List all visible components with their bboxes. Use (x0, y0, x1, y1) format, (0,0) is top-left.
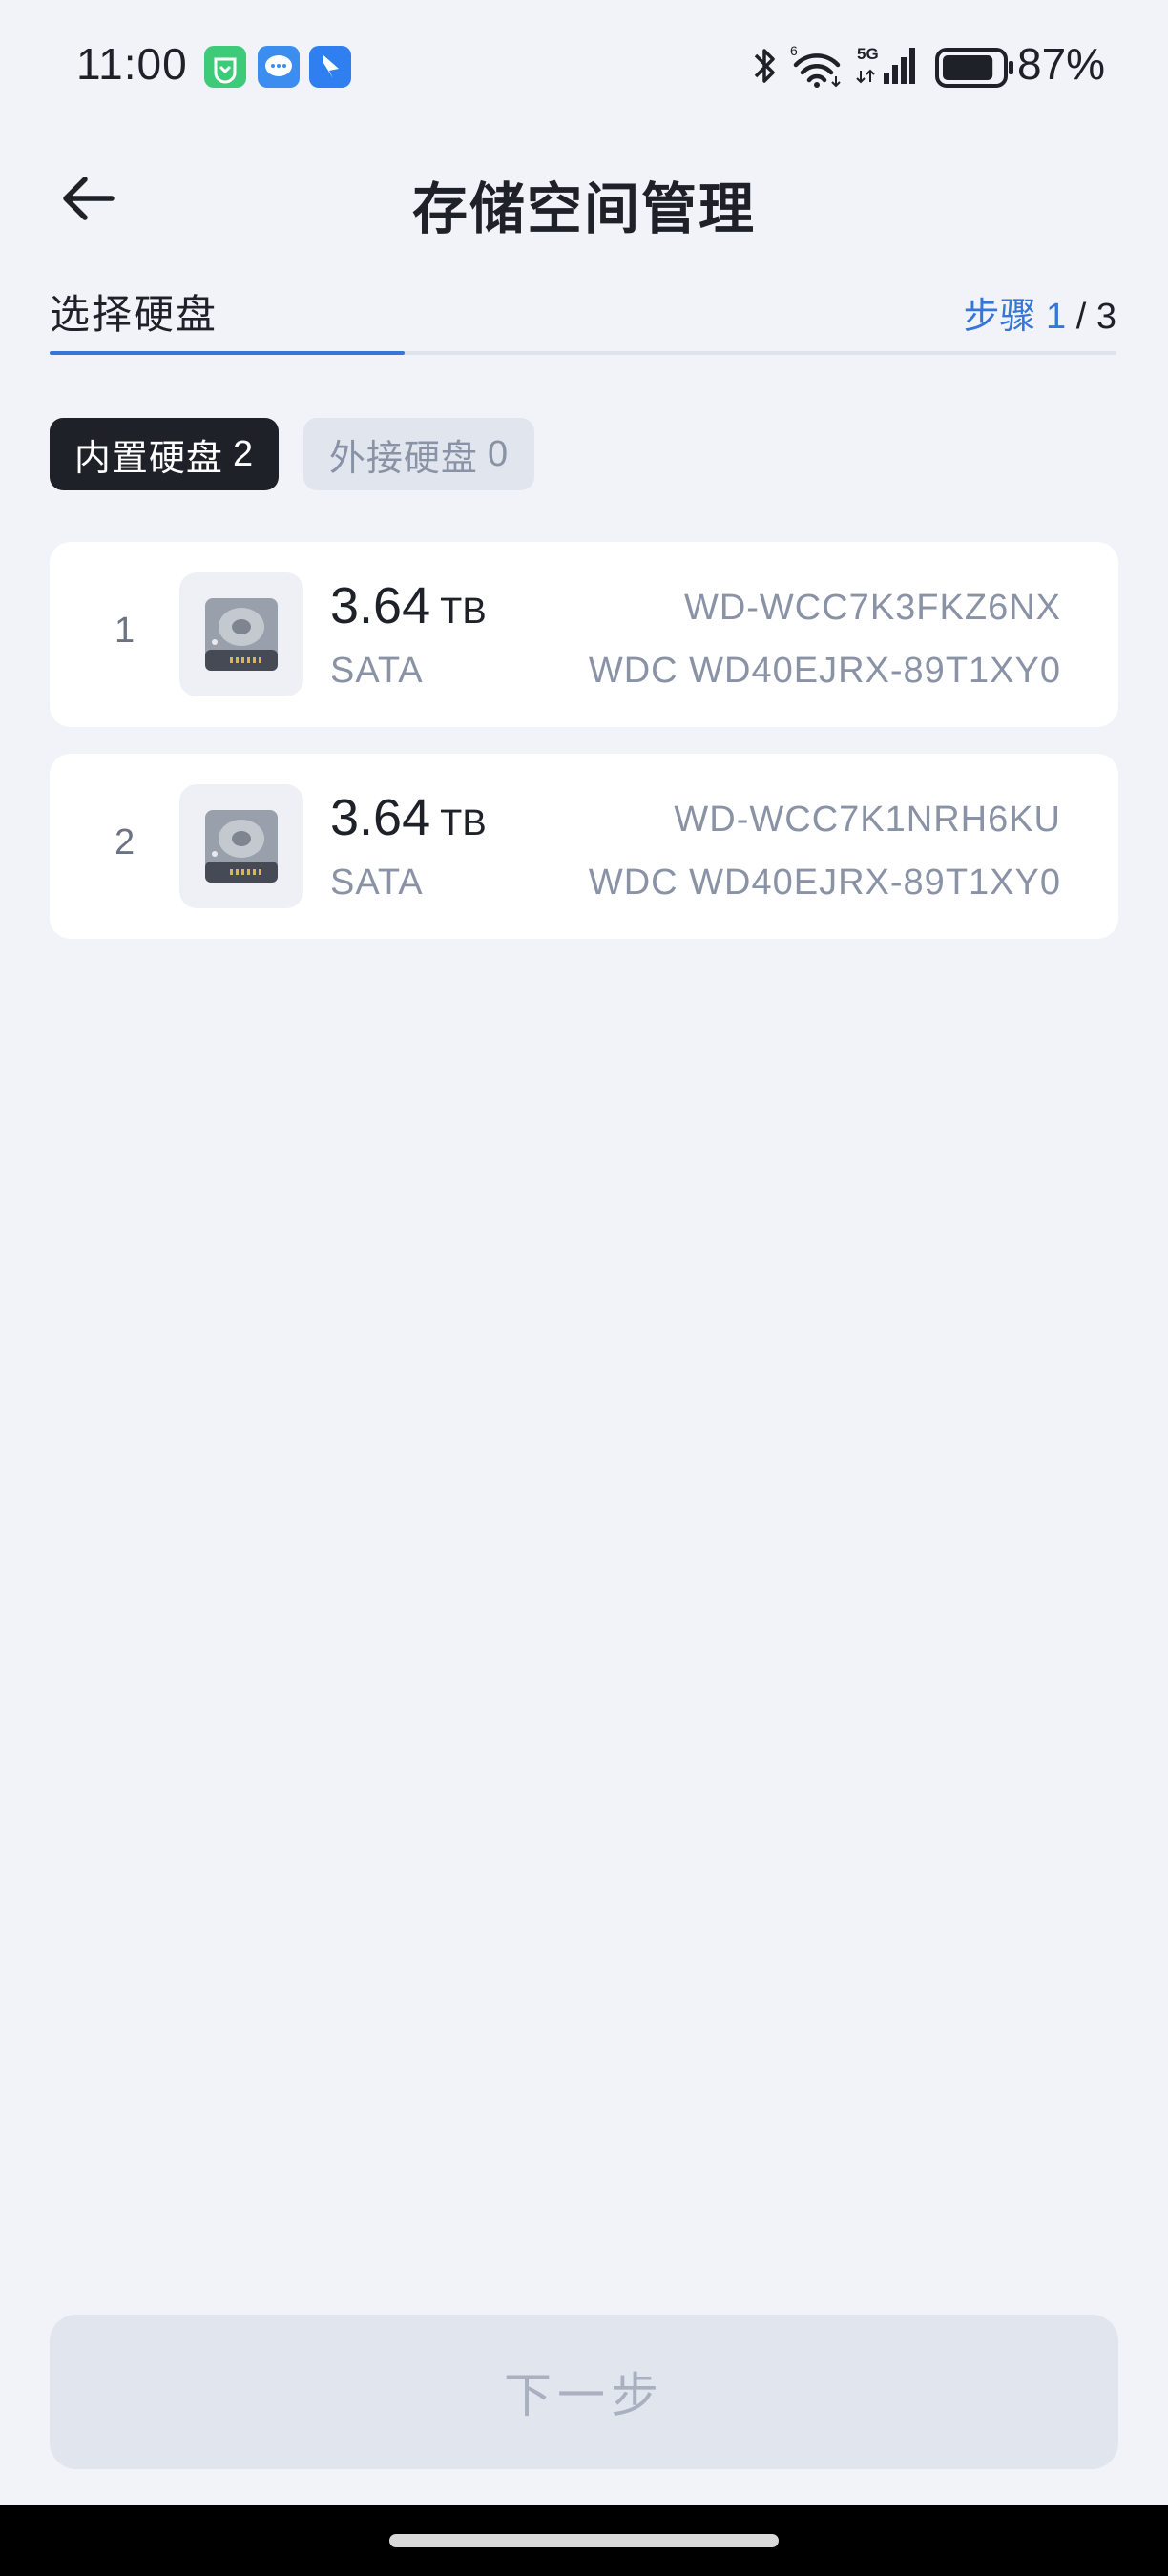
step-separator: / (1075, 297, 1087, 337)
disk-interface: SATA (330, 862, 424, 903)
mi-home-icon (204, 46, 246, 88)
hard-drive-icon (179, 572, 303, 696)
disk-card[interactable]: 2 3.64 TB SATA WD-WCC7K1NRH6KU WDC WD40EJ… (50, 754, 1118, 939)
filter-label: 外接硬盘 (328, 438, 478, 479)
filter-internal-disks[interactable]: 内置硬盘 2 (50, 418, 279, 490)
page-title: 存储空间管理 (411, 178, 756, 240)
disk-model: WDC WD40EJRX-89T1XY0 (588, 862, 1061, 903)
step-prefix: 步骤 (963, 297, 1036, 337)
svg-text:6: 6 (790, 43, 798, 58)
filter-external-disks[interactable]: 外接硬盘 0 (303, 418, 534, 490)
disk-index: 2 (115, 822, 136, 862)
step-label: 选择硬盘 (50, 292, 219, 337)
feishu-icon (309, 46, 351, 88)
bluetooth-icon (750, 42, 779, 94)
next-step-button[interactable]: 下一步 (50, 2315, 1118, 2469)
step-counter: 步骤 1 / 3 (963, 286, 1116, 339)
step-progress-fill (50, 351, 406, 355)
battery-icon (935, 48, 1015, 93)
disk-serial: WD-WCC7K1NRH6KU (674, 800, 1061, 840)
disk-card[interactable]: 1 3.64 TB SATA WD-WCC7K3FKZ6NX WDC WD40EJ… (50, 542, 1118, 727)
5g-signal-icon: 5G (855, 42, 920, 94)
filter-count: 2 (232, 433, 255, 474)
battery-percent: 87% (1017, 39, 1106, 89)
status-bar: 11:00 6 5G 87% (0, 0, 1168, 134)
navigation-bar (0, 2505, 1168, 2576)
wifi-6-icon: 6 (788, 42, 847, 94)
status-time: 11:00 (76, 39, 188, 89)
disk-size-unit: TB (440, 803, 487, 843)
disk-interface: SATA (330, 651, 424, 691)
filter-count: 0 (487, 433, 510, 474)
step-current: 1 (1046, 297, 1067, 337)
disk-index: 1 (115, 611, 136, 651)
disk-serial: WD-WCC7K3FKZ6NX (683, 588, 1061, 628)
disk-capacity: 3.64 TB (330, 576, 487, 635)
filter-label: 内置硬盘 (73, 438, 223, 479)
disk-model: WDC WD40EJRX-89T1XY0 (588, 651, 1061, 691)
disk-capacity: 3.64 TB (330, 788, 487, 847)
storage-management-screen: 11:00 6 5G 87% 存储空间管理 选择硬盘 步骤 1 / 3 内置硬盘… (0, 0, 1168, 2576)
home-gesture-handle[interactable] (389, 2534, 779, 2547)
step-total: 3 (1095, 297, 1116, 337)
disk-size-unit: TB (440, 592, 487, 632)
disk-size-value: 3.64 (330, 789, 431, 846)
messages-icon (258, 46, 300, 88)
step-progress-bar (50, 351, 1116, 355)
hard-drive-icon (179, 784, 303, 908)
svg-text:5G: 5G (857, 45, 879, 63)
disk-size-value: 3.64 (330, 577, 431, 634)
